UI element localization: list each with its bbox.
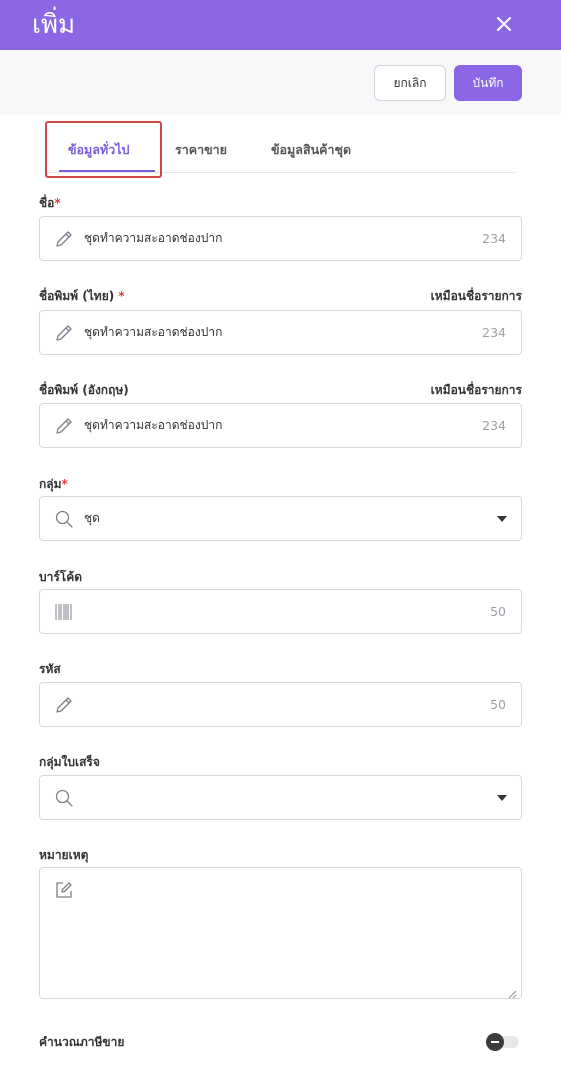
name-value: ชุดทำความสะอาดช่องปาก: [84, 231, 223, 245]
same-as-name-link-en[interactable]: เหมือนชื่อรายการ: [431, 382, 522, 398]
group-select[interactable]: ชุด: [39, 496, 522, 541]
print-name-th-label: ชื่อพิมพ์ (ไทย) *: [39, 289, 125, 303]
pencil-icon: [54, 229, 74, 249]
code-char-counter: 50: [490, 697, 506, 712]
close-icon[interactable]: [490, 10, 518, 38]
save-button[interactable]: บันทึก: [454, 65, 522, 101]
pencil-icon: [54, 323, 74, 343]
tab-general-info[interactable]: ข้อมูลทั่วไป: [68, 128, 129, 172]
cancel-button[interactable]: ยกเลิก: [374, 65, 446, 101]
group-value: ชุด: [84, 511, 100, 525]
action-toolbar: ยกเลิก บันทึก: [0, 50, 561, 115]
print-name-en-value: ชุดทำความสะอาดช่องปาก: [84, 418, 223, 432]
calc-sales-tax-toggle[interactable]: [486, 1033, 519, 1051]
name-char-counter: 234: [482, 231, 506, 246]
receipt-group-select[interactable]: [39, 775, 522, 820]
name-label: ชื่อ*: [39, 196, 61, 210]
same-as-name-link-th[interactable]: เหมือนชื่อรายการ: [431, 288, 522, 304]
note-label: หมายเหตุ: [39, 848, 89, 862]
print-name-en-char-counter: 234: [482, 418, 506, 433]
barcode-char-counter: 50: [490, 604, 506, 619]
barcode-field[interactable]: 50: [39, 589, 522, 634]
tab-selling-price[interactable]: ราคาขาย: [175, 128, 227, 172]
group-label: กลุ่ม*: [39, 477, 68, 491]
chevron-down-icon[interactable]: [497, 516, 507, 522]
tab-bar: ข้อมูลทั่วไป ราคาขาย ข้อมูลสินค้าชุด: [45, 128, 515, 173]
note-textarea[interactable]: [39, 867, 522, 999]
barcode-label: บาร์โค้ด: [39, 570, 83, 584]
active-tab-indicator: [59, 170, 155, 172]
barcode-icon: [54, 602, 74, 622]
tab-bundle-info[interactable]: ข้อมูลสินค้าชุด: [271, 128, 351, 172]
resize-handle-icon[interactable]: [507, 984, 517, 999]
receipt-group-label: กลุ่มใบเสร็จ: [39, 755, 100, 769]
code-label: รหัส: [39, 662, 61, 676]
dialog-title: เพิ่ม: [32, 10, 76, 40]
dialog-header: เพิ่ม: [0, 0, 561, 50]
code-field[interactable]: 50: [39, 682, 522, 727]
print-name-en-field[interactable]: ชุดทำความสะอาดช่องปาก 234: [39, 403, 522, 448]
chevron-down-icon[interactable]: [497, 795, 507, 801]
pencil-icon: [54, 695, 74, 715]
search-icon: [54, 788, 74, 808]
print-name-en-label: ชื่อพิมพ์ (อังกฤษ): [39, 383, 129, 397]
print-name-th-value: ชุดทำความสะอาดช่องปาก: [84, 325, 223, 339]
edit-note-icon: [54, 880, 74, 900]
print-name-th-field[interactable]: ชุดทำความสะอาดช่องปาก 234: [39, 310, 522, 355]
calc-sales-tax-label: คำนวณภาษีขาย: [39, 1035, 125, 1049]
print-name-th-char-counter: 234: [482, 325, 506, 340]
search-icon: [54, 509, 74, 529]
toggle-off-icon: [486, 1033, 504, 1051]
pencil-icon: [54, 416, 74, 436]
name-field[interactable]: ชุดทำความสะอาดช่องปาก 234: [39, 216, 522, 261]
